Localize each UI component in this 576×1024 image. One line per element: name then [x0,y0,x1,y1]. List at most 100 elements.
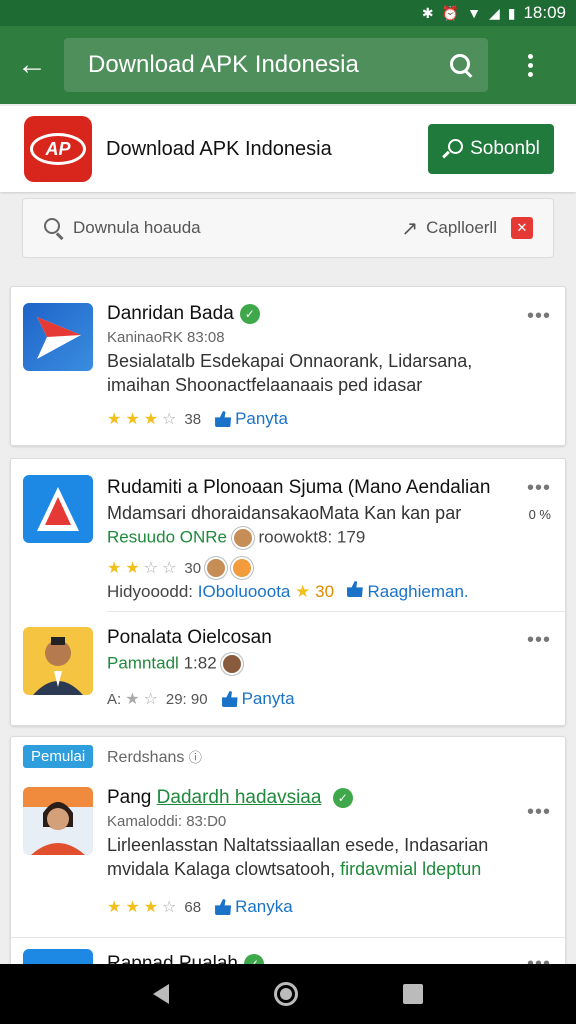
item-meta-row: Resuudo ONRe roowokt8: 179 [107,527,365,549]
item-subtitle: Kamaloddi: 83:D0 [107,813,227,830]
app-card: Rudamiti a Plonoaan Sjuma (Mano Aendalia… [10,458,566,726]
bluetooth-icon: ✱ [421,4,434,21]
app-thumbnail [23,787,93,855]
like-label: Panyta [235,409,288,428]
header-search-button-label: Sobonbl [470,138,540,159]
search-input[interactable]: Download APK Indonesia [64,38,488,92]
tag-badge: Pemulai [23,745,94,768]
list-item[interactable]: Pang Dadardh hadavsiaa ✓ Kamaloddi: 83:D… [11,777,567,937]
nav-back-icon[interactable] [152,984,169,1004]
item-title: Danridan Bada ✓ [107,303,260,325]
filter-input[interactable]: Downula hoauda [73,218,401,238]
app-card: Pemulai Rerdshans ⓘ Pang Dadardh hadavsi… [10,736,567,977]
app-thumbnail [23,475,93,543]
verified-icon: ✓ [332,787,353,808]
item-menu-button[interactable]: ••• [527,477,551,500]
nav-recent-apps-icon[interactable] [403,984,424,1004]
avatar [221,653,244,675]
item-footer-row: Hidyooodd: IOboluooota ★ 30 Raaghieman. [107,581,469,602]
status-time: 18:09 [523,3,566,22]
battery-icon: ▮ [507,4,516,21]
app-logo: AP [24,116,92,182]
wifi-icon: ▼ [467,5,481,21]
like-button[interactable]: Ranyka [215,897,293,917]
thumbs-up-icon [221,691,238,707]
back-arrow-icon: ← [17,48,47,81]
header-title: Download APK Indonesia [106,137,332,160]
star-icon: ★ [143,899,159,916]
list-item[interactable]: Ponalata Oielcosan Pamntadl 1:82 A: ★ ☆ 2… [11,611,567,727]
item-title: Ponalata Oielcosan [107,627,272,648]
item-side-value: 0 % [528,507,551,522]
rating-count: 29: 90 [165,690,208,708]
star-icon: ★ [107,411,122,428]
back-button[interactable]: ← [0,33,64,97]
search-icon[interactable] [448,52,474,78]
avatar [231,557,254,579]
footer-text: Hidyooodd: [107,582,194,601]
item-desc: imaihan Shoonactfelaanaais ped idasar [107,375,423,395]
logo-text: AP [30,133,86,165]
rating-row: ★ ★ ★ ☆ 38 Panyta [107,409,288,429]
nav-home-icon[interactable] [273,982,298,1006]
rating-row: ★ ★ ★ ☆ 68 Ranyka [107,897,293,917]
footer-number: 30 [315,582,335,601]
star-empty-icon: ★ [125,691,140,708]
item-desc: Mdamsari dhoraidansakaoMata Kan kan par [107,503,462,523]
footer-like-label[interactable]: Raaghieman. [368,582,469,601]
star-icon: ★ [107,899,122,916]
item-desc: Lirleenlasstan Naltatssiaallan esede, In… [107,835,489,855]
rating-row: A: ★ ☆ 29: 90 Panyta [107,689,295,709]
developer-label: Resuudo ONRe [107,527,228,547]
footer-link[interactable]: IOboluooota [198,582,291,601]
signal-icon: ◢ [488,4,500,21]
like-button[interactable]: Panyta [221,689,295,709]
navigation-bar [0,964,576,1024]
app-card: Danridan Bada ✓ KaninaoRK 83:08 Besialata… [10,286,566,446]
app-bar: ← Download APK Indonesia [0,26,576,104]
item-desc-link[interactable]: firdavmial ldeptun [340,859,481,879]
search-input-text: Download APK Indonesia [88,51,359,78]
status-bar: ✱ ⏰ ▼ ◢ ▮ 18:09 [0,0,576,26]
thumbs-up-icon [346,581,363,597]
list-item[interactable]: Rudamiti a Plonoaan Sjuma (Mano Aendalia… [11,459,567,611]
verified-icon: ✓ [239,303,260,324]
header-card: AP Download APK Indonesia Sobonbl [0,106,576,192]
section-label: Rerdshans ⓘ [107,749,202,766]
star-empty-icon: ☆ [162,560,177,577]
rating-count: 30 [184,559,202,577]
like-label: Panyta [241,689,295,708]
meta-text: 1:82 [183,653,217,673]
filter-bar[interactable]: Downula hoauda ↗ Caplloerll ✕ [22,198,554,258]
star-icon: ★ [295,582,311,601]
star-icon: ★ [125,411,140,428]
sort-icon[interactable]: ↗ [401,216,418,241]
header-search-button[interactable]: Sobonbl [428,124,554,174]
item-title: Pang Dadardh hadavsiaa ✓ [107,787,353,809]
alarm-icon: ⏰ [441,4,460,21]
more-options-button[interactable] [502,53,558,77]
search-icon [43,217,65,239]
developer-label: Pamntadl [107,653,179,673]
item-title-link[interactable]: Dadardh hadavsiaa [157,787,322,808]
rating-count: 38 [184,410,202,428]
close-icon[interactable]: ✕ [511,217,533,239]
item-menu-button[interactable]: ••• [527,629,551,652]
thumbs-up-icon [215,411,232,427]
rating-row: ★ ★ ☆ ☆ 30 [107,557,254,579]
star-icon: ★ [107,560,122,577]
list-item[interactable]: Danridan Bada ✓ KaninaoRK 83:08 Besialata… [11,287,567,447]
star-icon: ★ [125,560,140,577]
thumbs-up-icon [215,899,232,915]
item-title: Rudamiti a Plonoaan Sjuma (Mano Aendalia… [107,477,491,498]
item-meta-row: Pamntadl 1:82 [107,653,244,675]
star-icon: ★ [125,899,140,916]
item-menu-button[interactable]: ••• [527,305,551,328]
like-button[interactable]: Panyta [215,409,288,429]
star-empty-icon: ☆ [162,899,177,916]
item-menu-button[interactable]: ••• [527,801,551,824]
star-empty-icon: ☆ [143,560,159,577]
help-icon[interactable]: ⓘ [189,750,202,765]
sort-dropdown[interactable]: Caplloerll [426,218,497,238]
avatar [205,557,228,579]
